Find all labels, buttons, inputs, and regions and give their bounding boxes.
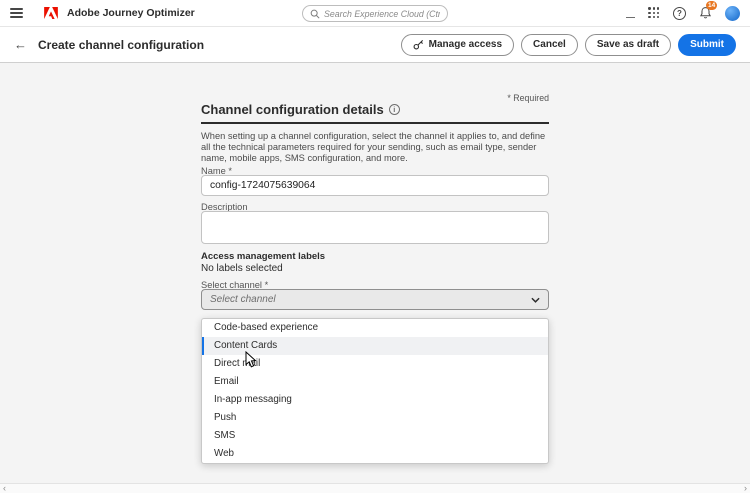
dropdown-item-direct-mail[interactable]: Direct mail <box>202 355 548 373</box>
save-as-draft-button[interactable]: Save as draft <box>585 34 671 56</box>
scroll-left-icon[interactable]: ‹ <box>3 483 6 493</box>
dash-icon <box>626 17 635 19</box>
horizontal-scrollbar[interactable]: ‹ › <box>0 483 750 493</box>
name-input[interactable] <box>201 175 549 196</box>
main-content: * Required Channel configuration details… <box>0 63 750 483</box>
back-button[interactable]: ← <box>14 38 27 51</box>
manage-access-button[interactable]: Manage access <box>401 34 514 56</box>
description-input[interactable] <box>201 211 549 244</box>
section-title: Channel configuration details <box>201 102 384 117</box>
search-icon <box>310 9 320 19</box>
info-icon[interactable]: i <box>389 104 400 115</box>
adobe-logo <box>44 7 58 19</box>
access-labels-label: Access management labels <box>201 251 549 262</box>
help-icon[interactable]: ? <box>673 7 686 20</box>
scroll-right-icon[interactable]: › <box>744 483 747 493</box>
access-labels-value: No labels selected <box>201 263 549 274</box>
key-icon <box>413 39 424 50</box>
topbar: Adobe Journey Optimizer ? <box>0 0 750 27</box>
notifications-bell-icon[interactable]: 14 <box>699 6 712 20</box>
hamburger-menu-icon[interactable] <box>10 5 23 21</box>
app-title: Adobe Journey Optimizer <box>67 7 195 19</box>
search-box[interactable] <box>302 5 448 22</box>
channel-picker[interactable]: Select channel <box>201 289 549 310</box>
topbar-right: ? 14 <box>626 6 740 21</box>
channel-dropdown-list: Code-based experience Content Cards Dire… <box>201 318 549 464</box>
cancel-button[interactable]: Cancel <box>521 34 578 56</box>
page-header: ← Create channel configuration Manage ac… <box>0 27 750 63</box>
dropdown-item-content-cards[interactable]: Content Cards <box>202 337 548 355</box>
dropdown-item-web[interactable]: Web <box>202 445 548 463</box>
channel-picker-value: Select channel <box>210 294 276 305</box>
dropdown-item-in-app-messaging[interactable]: In-app messaging <box>202 391 548 409</box>
page-title: Create channel configuration <box>38 38 204 52</box>
manage-access-label: Manage access <box>429 39 502 50</box>
topbar-left: Adobe Journey Optimizer <box>10 5 195 21</box>
chevron-down-icon <box>531 297 540 303</box>
section-header: Channel configuration details i <box>201 102 549 117</box>
page-actions: Manage access Cancel Save as draft Submi… <box>401 34 736 56</box>
dropdown-item-code-based-experience[interactable]: Code-based experience <box>202 319 548 337</box>
avatar[interactable] <box>725 6 740 21</box>
dropdown-item-sms[interactable]: SMS <box>202 427 548 445</box>
app-window: Adobe Journey Optimizer ? <box>0 0 750 493</box>
section-description: When setting up a channel configuration,… <box>201 131 549 164</box>
dropdown-item-email[interactable]: Email <box>202 373 548 391</box>
section-divider <box>201 122 549 124</box>
form-column: * Required Channel configuration details… <box>201 63 549 483</box>
dropdown-item-push[interactable]: Push <box>202 409 548 427</box>
search-input[interactable] <box>324 9 440 19</box>
notification-badge: 14 <box>706 1 717 10</box>
submit-button[interactable]: Submit <box>678 34 736 56</box>
apps-grid-icon[interactable] <box>648 7 660 19</box>
